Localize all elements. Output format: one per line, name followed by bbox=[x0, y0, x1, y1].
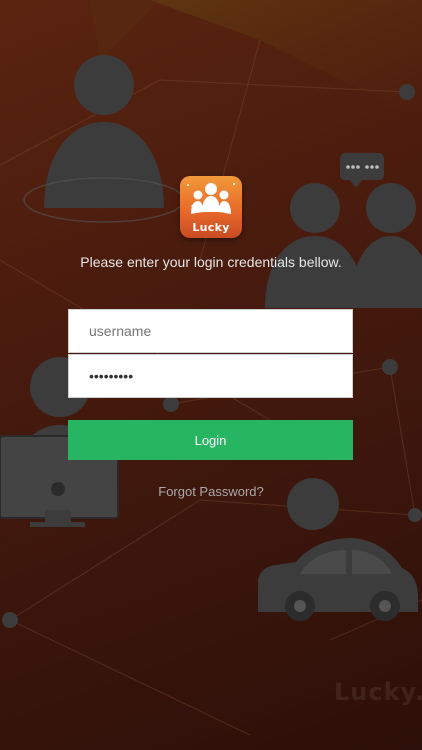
chat-bubble-icon bbox=[340, 153, 384, 188]
car-icon bbox=[258, 538, 418, 621]
logo-text: Lucky bbox=[192, 221, 230, 234]
username-field[interactable] bbox=[68, 309, 353, 353]
app-logo: Lucky bbox=[180, 176, 242, 238]
password-input[interactable] bbox=[69, 355, 352, 397]
watermark-text: Lucky. bbox=[334, 678, 422, 706]
login-prompt: Please enter your login credentials bell… bbox=[80, 254, 342, 270]
light-shape bbox=[90, 0, 160, 60]
login-button[interactable]: Login bbox=[68, 420, 353, 460]
password-field[interactable] bbox=[68, 354, 353, 398]
forgot-password-link[interactable]: Forgot Password? bbox=[0, 484, 422, 499]
username-input[interactable] bbox=[69, 310, 352, 352]
light-shape bbox=[150, 0, 422, 120]
login-screen: Lucky Please enter your login credential… bbox=[0, 0, 422, 750]
group-silhouette-icon bbox=[265, 183, 422, 308]
